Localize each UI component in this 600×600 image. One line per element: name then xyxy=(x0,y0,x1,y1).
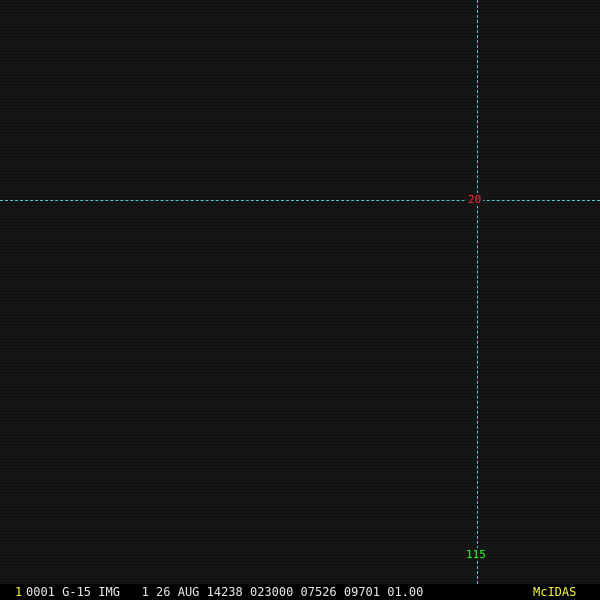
latitude-label: 20 xyxy=(466,193,484,206)
latitude-grid-line xyxy=(0,200,600,201)
image-info-text: 0001 G-15 IMG 1 26 AUG 14238 023000 0752… xyxy=(26,585,424,599)
frame-number: 1 xyxy=(15,585,23,599)
app-name: McIDAS xyxy=(533,585,577,599)
image-display-frame[interactable]: 20 115 1 0001 G-15 IMG 1 26 AUG 14238 02… xyxy=(0,0,600,600)
status-bar: 1 0001 G-15 IMG 1 26 AUG 14238 023000 07… xyxy=(0,584,600,600)
longitude-label: 115 xyxy=(464,548,488,561)
longitude-grid-line xyxy=(477,0,478,584)
